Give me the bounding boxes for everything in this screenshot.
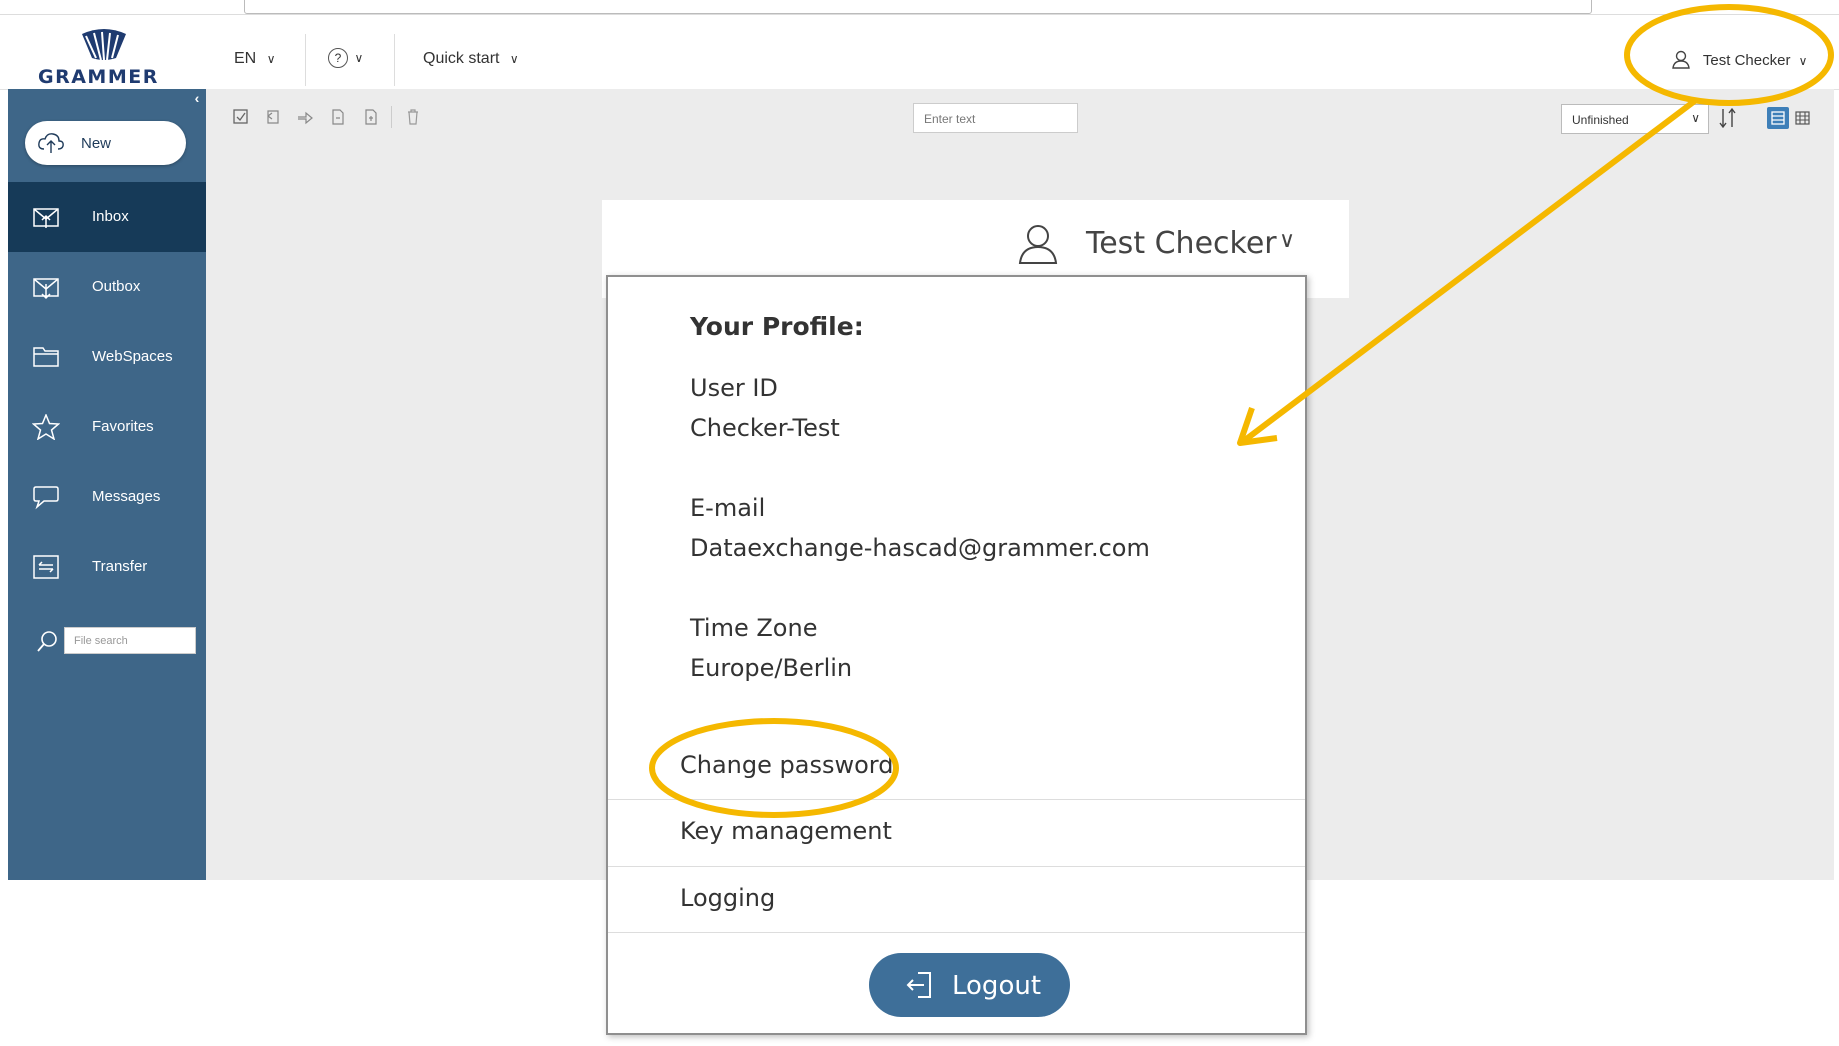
sidebar-item-favorites[interactable]: Favorites [8,392,206,462]
quick-start-label: Quick start [423,50,500,67]
timezone-label: Time Zone [690,614,818,642]
chevron-down-icon: ∨ [1798,54,1808,68]
key-management-link[interactable]: Key management [680,817,892,845]
chevron-down-icon: ∨ [509,52,519,66]
logout-icon [906,972,931,998]
divider [391,106,392,128]
search-icon [37,631,57,652]
cloud-upload-icon [38,133,64,153]
status-filter-value: Unfinished [1572,113,1629,127]
user-id-label: User ID [690,374,778,402]
file-search-input[interactable]: File search [64,627,196,654]
chevron-down-icon: ∨ [1279,227,1296,252]
sidebar-item-label: WebSpaces [92,348,173,365]
outbox-icon [33,278,59,300]
grammer-logo: GRAMMER [36,28,176,88]
sidebar-item-label: Messages [92,488,161,505]
sidebar-item-label: Transfer [92,558,148,575]
logout-label: Logout [952,971,1042,1001]
help-circle-icon: ? [328,48,348,68]
sort-icon[interactable] [1717,106,1739,130]
divider [305,34,306,86]
reply-icon[interactable] [264,108,282,126]
chevron-down-icon: ∨ [1691,111,1700,125]
sidebar-item-label: Inbox [92,208,129,225]
collapse-sidebar-icon[interactable]: ‹ [188,90,206,106]
sidebar-item-label: Outbox [92,278,141,295]
chevron-down-icon: ∨ [266,52,276,66]
divider [608,932,1305,933]
divider [394,34,395,86]
transfer-icon [33,555,59,579]
email-label: E-mail [690,494,766,522]
sidebar-item-webspaces[interactable]: WebSpaces [8,322,206,392]
sidebar-item-inbox[interactable]: Inbox [8,182,206,252]
copy-file-icon[interactable] [362,108,380,126]
status-filter-select[interactable]: Unfinished ∨ [1561,104,1709,134]
logo-text: GRAMMER [38,66,159,88]
move-file-icon[interactable] [329,108,347,126]
new-button-label: New [81,135,112,152]
quick-start-menu[interactable]: Quick start ∨ [423,50,519,68]
user-menu[interactable]: Test Checker ∨ [1671,49,1807,69]
user-name: Test Checker [1086,226,1277,261]
sidebar-item-messages[interactable]: Messages [8,462,206,532]
select-all-checkbox-icon[interactable] [232,108,250,126]
grid-view-icon[interactable] [1794,109,1812,127]
chat-icon [33,486,59,510]
divider [608,866,1305,867]
forward-icon[interactable] [296,108,314,126]
change-password-link[interactable]: Change password [680,751,893,779]
timezone-value: Europe/Berlin [690,654,853,682]
user-icon [1018,225,1058,264]
language-selector[interactable]: EN ∨ [234,50,275,68]
folder-icon [33,347,59,367]
help-menu[interactable]: ? ∨ [328,48,363,68]
logging-link[interactable]: Logging [680,884,775,912]
address-bar[interactable] [244,0,1592,14]
language-label: EN [234,50,257,67]
email-value: Dataexchange-hascad@grammer.com [690,534,1150,562]
search-input[interactable]: Enter text [913,103,1078,133]
inbox-icon [33,208,59,228]
chevron-down-icon: ∨ [354,51,364,65]
profile-heading: Your Profile: [690,312,864,341]
logout-button[interactable]: Logout [869,953,1070,1017]
trash-icon[interactable] [404,108,422,126]
user-name: Test Checker [1702,52,1791,69]
star-icon [32,414,60,440]
divider [608,799,1305,800]
sidebar-item-transfer[interactable]: Transfer [8,532,206,602]
top-bar [0,15,1839,90]
user-id-value: Checker-Test [690,414,840,442]
sidebar-item-outbox[interactable]: Outbox [8,252,206,322]
sidebar-item-label: Favorites [92,418,154,435]
list-view-icon[interactable] [1767,107,1789,129]
user-icon [1672,50,1690,69]
new-button[interactable]: New [25,121,186,165]
